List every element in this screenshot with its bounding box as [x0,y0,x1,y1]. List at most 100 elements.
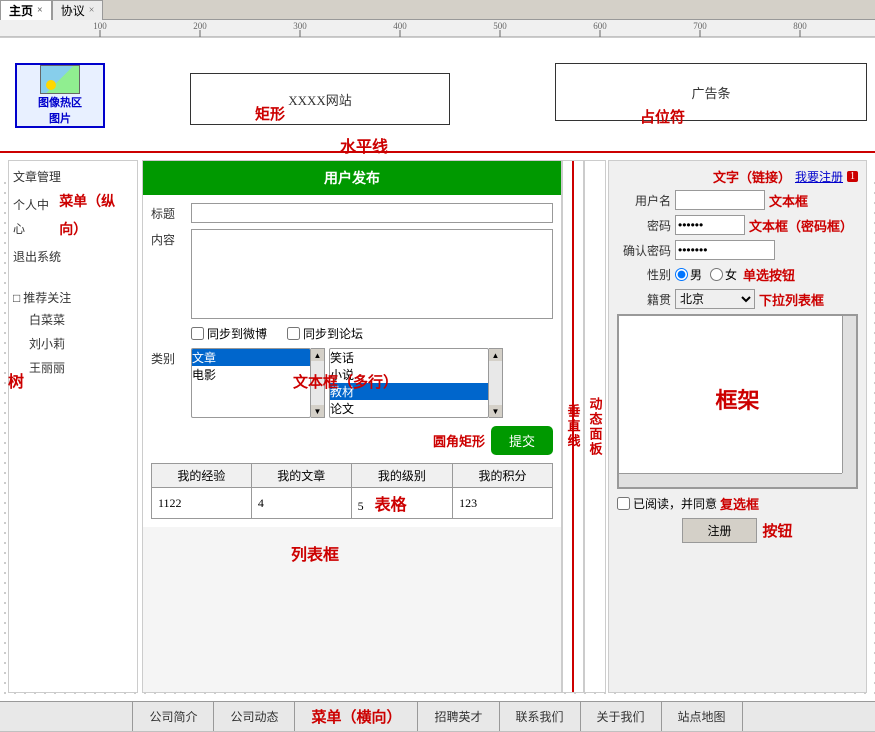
textbox-label: 文本框 [769,191,808,210]
th-articles: 我的文章 [251,464,351,488]
confirm-field-label: 确认密码 [617,242,671,259]
link-label: 文字（链接） [713,167,791,186]
td-articles: 4 [251,488,351,519]
sync-forum-label[interactable]: 同步到论坛 [287,325,363,342]
tree-items: 白菜菜 刘小莉 王丽丽 [13,308,133,380]
listbox-right-down[interactable]: ▼ [489,405,502,417]
submit-row: 圆角矩形 提交 [151,426,553,455]
tab-agreement[interactable]: 协议 × [52,0,104,20]
tree-item-2[interactable]: 刘小莉 [29,332,133,356]
tab-agreement-label: 协议 [61,2,85,19]
tab-home-label: 主页 [9,2,33,19]
tab-bar: 主页 × 协议 × [0,0,875,20]
option-jokes[interactable]: 笑话 [330,349,488,366]
sync-weibo-label[interactable]: 同步到微博 [191,325,267,342]
nav-item-news[interactable]: 公司动态 [214,702,295,731]
td-experience: 1122 [152,488,252,519]
nav-item-recruit[interactable]: 招聘英才 [418,702,499,731]
category-row: 类别 文章 电影 ▲ ▼ [151,348,553,418]
right-panel: 文字（链接） 我要注册 1 用户名 文本框 密码 文本框（密码框） 确认密码 [608,160,867,693]
bottom-nav: 公司简介 公司动态 菜单（横向） 招聘英才 联系我们 关于我们 站点地图 [0,701,875,731]
hline-label: 水平线 [340,133,388,157]
td-points: 123 [453,488,553,519]
agree-checkbox[interactable] [617,497,630,510]
th-points: 我的积分 [453,464,553,488]
td-level: 5 表格 [351,488,452,519]
jiguan-select[interactable]: 北京 [675,289,755,309]
listbox-left-down[interactable]: ▼ [311,405,324,417]
frame-scrollbar-h[interactable] [619,473,842,487]
password-field-label: 密码 [617,217,671,234]
frame-label: 框架 [715,382,759,414]
gender-male-label[interactable]: 男 [675,266,702,283]
option-textbook[interactable]: 教材 [330,383,488,400]
sync-weibo-checkbox[interactable] [191,327,204,340]
tab-home-close[interactable]: × [37,5,43,16]
th-experience: 我的经验 [152,464,252,488]
content-row: 内容 [151,229,553,319]
option-movies[interactable]: 电影 [192,366,310,383]
confirm-input[interactable] [675,240,775,260]
listbox-label: 列表框 [291,541,339,565]
register-link[interactable]: 我要注册 [795,168,843,185]
frame-scrollbar-v[interactable] [842,316,856,473]
option-paper[interactable]: 论文 [330,400,488,417]
listbox-left[interactable]: 文章 电影 [191,348,311,418]
content-textarea[interactable] [191,229,553,319]
tab-agreement-close[interactable]: × [89,5,95,16]
roundrect-label: 圆角矩形 [433,431,485,450]
nav-item-about[interactable]: 公司简介 [132,702,214,731]
nav-item-menu-label[interactable]: 菜单（横向） [295,702,418,731]
dynamic-panel-label: 动态面板 [586,397,605,457]
frame-corner [842,473,856,487]
username-field-label: 用户名 [617,192,671,209]
gender-field-label: 性别 [617,266,671,283]
svg-text:400: 400 [393,21,407,31]
password-row: 密码 文本框（密码框） [617,215,858,235]
listbox-right-track [489,361,502,405]
svg-text:500: 500 [493,21,507,31]
option-novels[interactable]: 小说 [330,366,488,383]
listbox-left-up[interactable]: ▲ [311,349,324,361]
nav-item-about-us[interactable]: 关于我们 [581,702,662,731]
sync-forum-checkbox[interactable] [287,327,300,340]
vertical-line: 垂直线 [562,160,584,693]
option-articles[interactable]: 文章 [192,349,310,366]
dynamic-panel-label-area: 动态面板 [584,160,606,693]
menu-item-profile[interactable]: 个人中心 菜单（纵向） [13,189,133,245]
textarea-container [191,229,553,319]
content-field-label: 内容 [151,229,191,248]
listbox-right-up[interactable]: ▲ [489,349,502,361]
checkbox-label: 复选框 [720,494,759,513]
bottom-nav-items: 公司简介 公司动态 菜单（横向） 招聘英才 联系我们 关于我们 站点地图 [132,702,742,731]
table-label: 表格 [375,497,407,514]
listbox-right[interactable]: 笑话 小说 教材 论文 [329,348,489,418]
menu-item-articles[interactable]: 文章管理 [13,165,133,189]
tab-home[interactable]: 主页 × [0,0,52,20]
menu-item-logout[interactable]: 退出系统 [13,245,133,269]
middle-panel: 用户发布 标题 内容 文本框（多行） [142,160,562,693]
tree-item-3[interactable]: 王丽丽 [29,356,133,380]
svg-text:800: 800 [793,21,807,31]
table-section: 我的经验 我的文章 我的级别 我的积分 1122 4 5 [151,463,553,519]
gender-female-label[interactable]: 女 [710,266,737,283]
username-input[interactable] [675,190,765,210]
title-input[interactable] [191,203,553,223]
sync-row: 同步到微博 同步到论坛 [191,325,553,342]
listbox-right-scroll: ▲ ▼ [489,348,503,418]
gender-female-radio[interactable] [710,268,723,281]
tree-item-1[interactable]: 白菜菜 [29,308,133,332]
svg-text:200: 200 [193,21,207,31]
password-input[interactable] [675,215,745,235]
title-field-label: 标题 [151,205,191,222]
bottom-menu-label: 菜单（横向） [311,706,401,727]
gender-male-radio[interactable] [675,268,688,281]
nav-item-contact[interactable]: 联系我们 [500,702,581,731]
left-panel: 文章管理 个人中心 菜单（纵向） 退出系统 □ 推荐关注 白菜菜 刘小莉 王丽丽 [8,160,138,693]
submit-button[interactable]: 提交 [491,426,553,455]
svg-text:300: 300 [293,21,307,31]
image-hotspot[interactable]: 图像热区 图片 [15,63,105,128]
register-button[interactable]: 注册 [682,518,756,543]
title-row: 标题 [151,203,553,223]
nav-item-sitemap[interactable]: 站点地图 [662,702,743,731]
